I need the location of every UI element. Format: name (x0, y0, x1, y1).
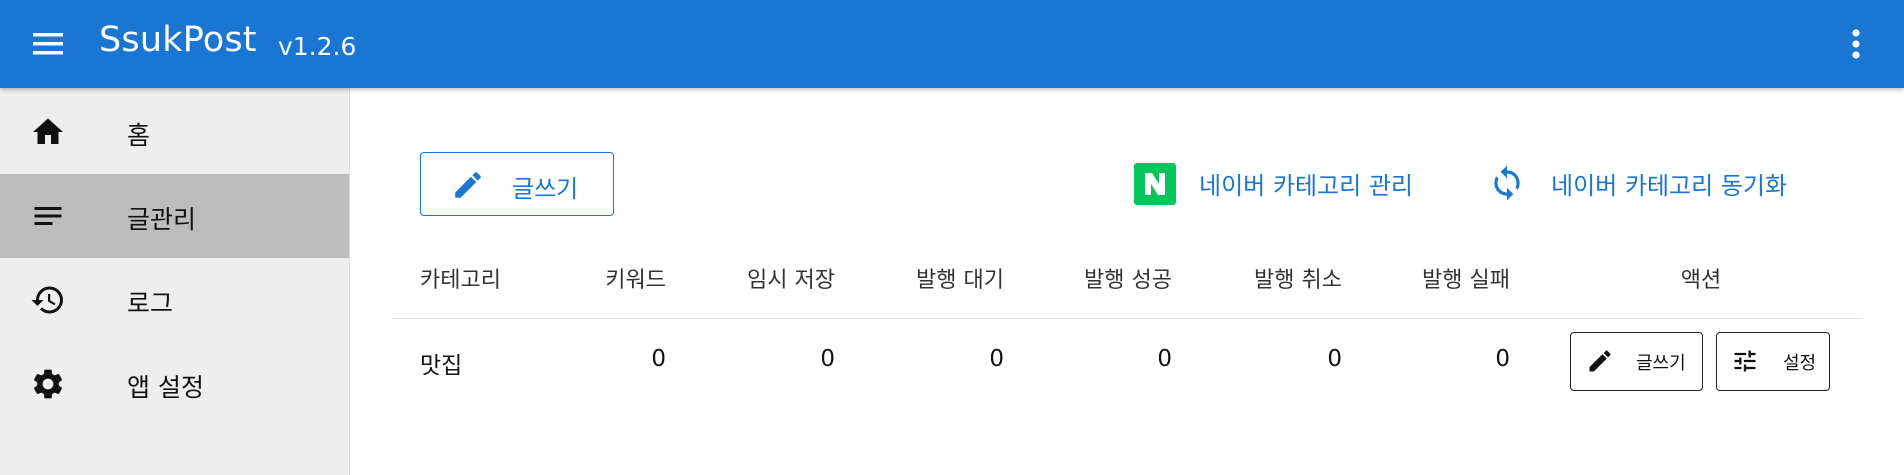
naver-logo-icon (1134, 163, 1176, 205)
pencil-icon (1586, 347, 1614, 375)
list-icon (30, 198, 66, 234)
column-header-cancelled: 발행 취소 (1254, 268, 1342, 293)
table-header-divider (392, 318, 1862, 319)
more-vert-icon[interactable] (1841, 26, 1871, 62)
naver-category-manage-button[interactable]: 네이버 카테고리 관리 (1134, 160, 1434, 208)
naver-category-sync-label: 네이버 카테고리 동기화 (1551, 172, 1788, 200)
row-settings-button[interactable]: 설정 (1716, 332, 1830, 391)
cell-published-count: 0 (1157, 346, 1172, 372)
cell-cancelled-count: 0 (1327, 346, 1342, 372)
sidebar-item-label: 로그 (127, 289, 174, 318)
cell-pending-count: 0 (989, 346, 1004, 372)
cell-keyword-count: 0 (651, 346, 666, 372)
app-version: v1.2.6 (278, 32, 357, 61)
column-header-pending: 발행 대기 (916, 268, 1004, 293)
sidebar: 홈 글관리 로그 앱 설정 (0, 88, 350, 475)
row-settings-label: 설정 (1783, 353, 1817, 374)
cell-draft-count: 0 (820, 346, 835, 372)
column-header-failed: 발행 실패 (1422, 268, 1510, 293)
column-header-actions: 액션 (1680, 268, 1722, 293)
sidebar-item-label: 홈 (127, 121, 151, 150)
cell-failed-count: 0 (1495, 346, 1510, 372)
tune-icon (1731, 347, 1759, 375)
row-write-button[interactable]: 글쓰기 (1570, 332, 1703, 391)
sidebar-item-home[interactable]: 홈 (0, 90, 349, 174)
history-icon (30, 282, 66, 318)
sidebar-item-post-management[interactable]: 글관리 (0, 174, 349, 258)
home-icon (30, 114, 66, 150)
app-bar: SsukPost v1.2.6 (0, 0, 1904, 88)
write-post-button[interactable]: 글쓰기 (420, 152, 614, 216)
pencil-icon (451, 168, 485, 202)
cell-category: 맛집 (420, 353, 463, 379)
row-write-label: 글쓰기 (1636, 353, 1686, 374)
sidebar-item-label: 글관리 (127, 205, 197, 234)
sidebar-item-app-settings[interactable]: 앱 설정 (0, 342, 349, 426)
naver-category-manage-label: 네이버 카테고리 관리 (1199, 172, 1413, 200)
sidebar-item-log[interactable]: 로그 (0, 258, 349, 342)
menu-icon[interactable] (30, 28, 66, 60)
sidebar-item-label: 앱 설정 (127, 373, 204, 402)
naver-category-sync-button[interactable]: 네이버 카테고리 동기화 (1488, 160, 1818, 208)
column-header-keyword: 키워드 (605, 268, 666, 293)
column-header-category: 카테고리 (420, 268, 501, 293)
write-post-label: 글쓰기 (512, 175, 579, 203)
column-header-draft: 임시 저장 (747, 268, 835, 293)
sync-icon (1488, 164, 1526, 202)
column-header-published: 발행 성공 (1084, 268, 1172, 293)
app-title: SsukPost (99, 20, 257, 60)
gear-icon (30, 366, 66, 402)
